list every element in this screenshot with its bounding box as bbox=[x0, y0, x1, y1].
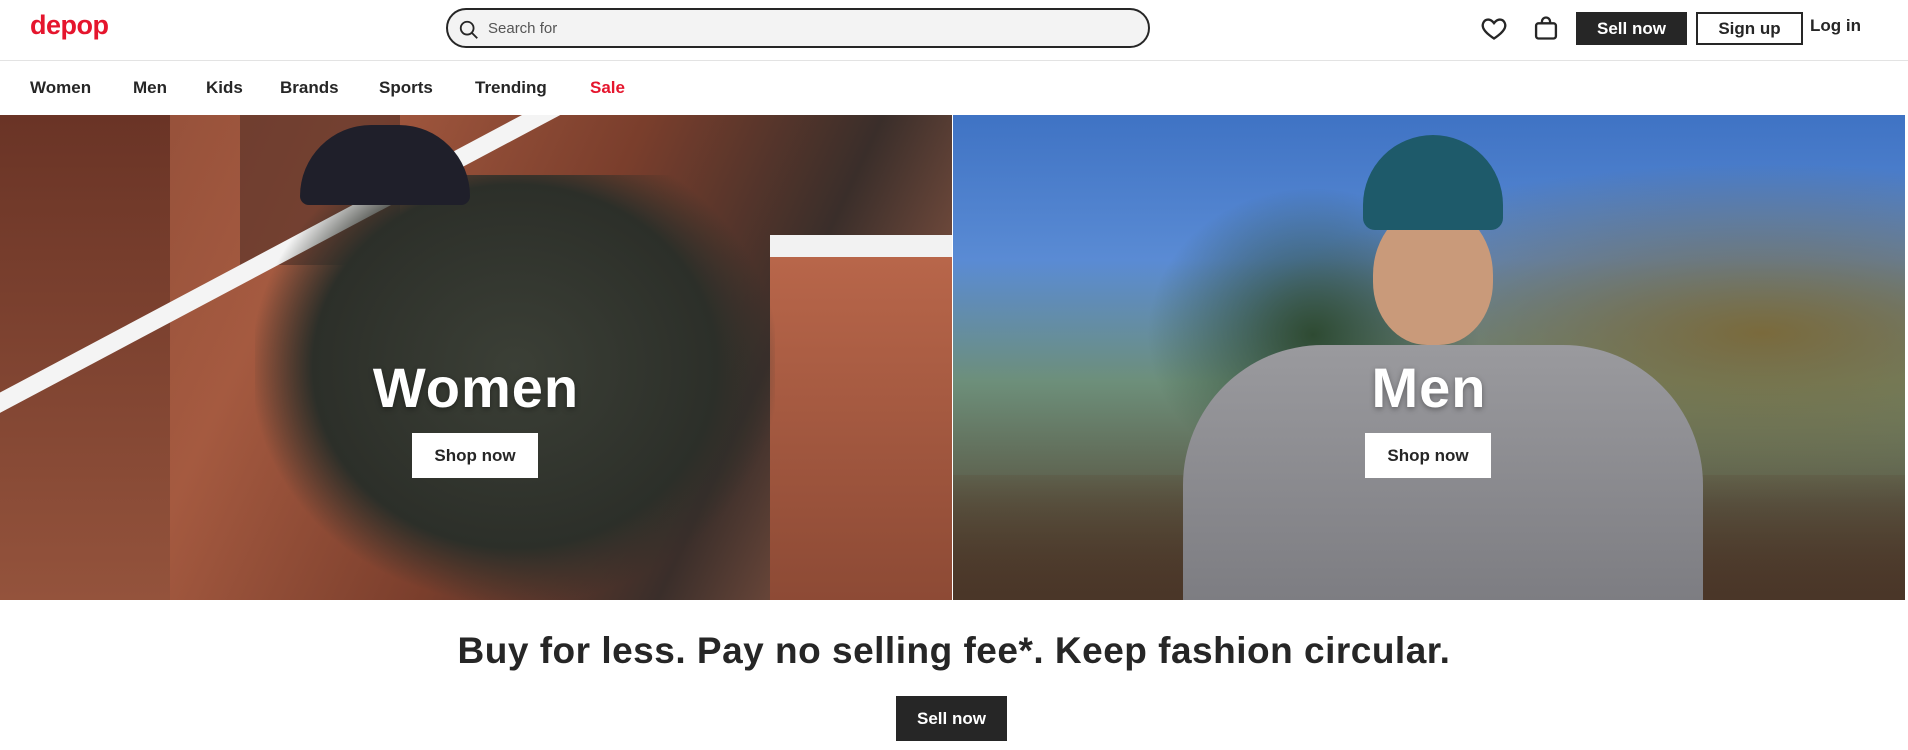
nav-item-sports[interactable]: Sports bbox=[379, 78, 433, 98]
log-in-link[interactable]: Log in bbox=[1810, 16, 1861, 36]
hero-men-banner[interactable]: Men Shop now bbox=[953, 115, 1905, 600]
shop-men-button[interactable]: Shop now bbox=[1365, 433, 1491, 478]
nav-item-trending[interactable]: Trending bbox=[475, 78, 547, 98]
shop-women-button[interactable]: Shop now bbox=[412, 433, 538, 478]
sell-now-button[interactable]: Sell now bbox=[1576, 12, 1687, 45]
search-input[interactable] bbox=[488, 10, 1138, 46]
hero-women-title: Women bbox=[372, 356, 580, 419]
search-bar[interactable] bbox=[446, 8, 1150, 48]
heart-icon[interactable] bbox=[1480, 14, 1508, 42]
nav-item-women[interactable]: Women bbox=[30, 78, 91, 98]
hero-women-banner[interactable]: Women Shop now bbox=[0, 115, 952, 600]
nav-item-kids[interactable]: Kids bbox=[206, 78, 243, 98]
nav-item-sale[interactable]: Sale bbox=[590, 78, 625, 98]
nav-item-men[interactable]: Men bbox=[133, 78, 167, 98]
promo-tagline: Buy for less. Pay no selling fee*. Keep … bbox=[457, 630, 1451, 671]
sell-now-promo-button[interactable]: Sell now bbox=[896, 696, 1007, 741]
sign-up-button[interactable]: Sign up bbox=[1696, 12, 1803, 45]
nav-item-brands[interactable]: Brands bbox=[280, 78, 339, 98]
depop-logo[interactable]: depop bbox=[30, 10, 109, 41]
category-nav: Women Men Kids Brands Sports Trending Sa… bbox=[0, 62, 1908, 114]
site-header: depop Sell now Sign up Log in bbox=[0, 0, 1908, 61]
search-icon bbox=[459, 20, 478, 39]
shopping-bag-icon[interactable] bbox=[1532, 14, 1560, 42]
hero-men-title: Men bbox=[1371, 356, 1487, 419]
